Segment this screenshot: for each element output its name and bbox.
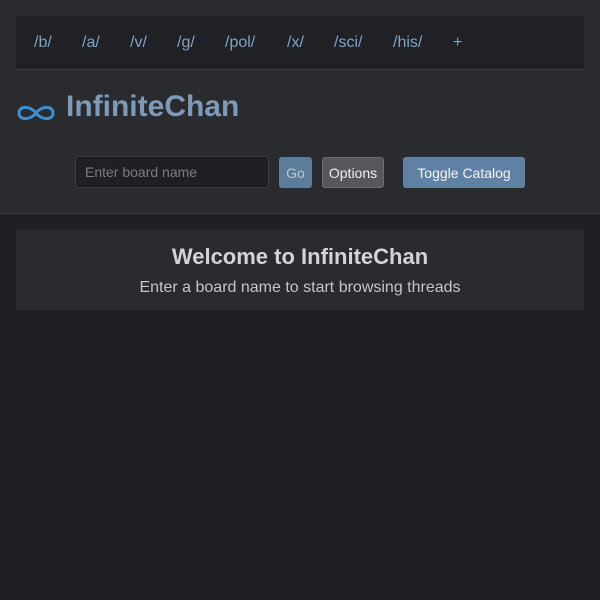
board-link-v[interactable]: /v/: [130, 33, 147, 53]
board-link-a[interactable]: /a/: [82, 33, 100, 53]
board-name-input[interactable]: [75, 156, 269, 188]
infinity-icon: [17, 105, 55, 121]
toggle-catalog-button[interactable]: Toggle Catalog: [403, 157, 525, 188]
board-link-sci[interactable]: /sci/: [334, 33, 362, 53]
board-link-pol[interactable]: /pol/: [225, 33, 255, 53]
board-nav: /b/ /a/ /v/ /g/ /pol/ /x/ /sci/ /his/ +: [16, 16, 584, 70]
add-board-link[interactable]: +: [453, 33, 462, 53]
options-button[interactable]: Options: [322, 157, 384, 188]
site-title[interactable]: InfiniteChan: [66, 89, 239, 125]
page: /b/ /a/ /v/ /g/ /pol/ /x/ /sci/ /his/ + …: [0, 0, 600, 600]
board-link-his[interactable]: /his/: [393, 33, 422, 53]
welcome-panel: Welcome to InfiniteChan Enter a board na…: [16, 230, 584, 310]
board-link-b[interactable]: /b/: [34, 33, 52, 53]
board-link-x[interactable]: /x/: [287, 33, 304, 53]
board-link-g[interactable]: /g/: [177, 33, 195, 53]
welcome-subtitle: Enter a board name to start browsing thr…: [139, 279, 461, 296]
header: /b/ /a/ /v/ /g/ /pol/ /x/ /sci/ /his/ + …: [0, 0, 600, 214]
welcome-title: Welcome to InfiniteChan: [171, 244, 429, 269]
go-button[interactable]: Go: [279, 157, 312, 188]
